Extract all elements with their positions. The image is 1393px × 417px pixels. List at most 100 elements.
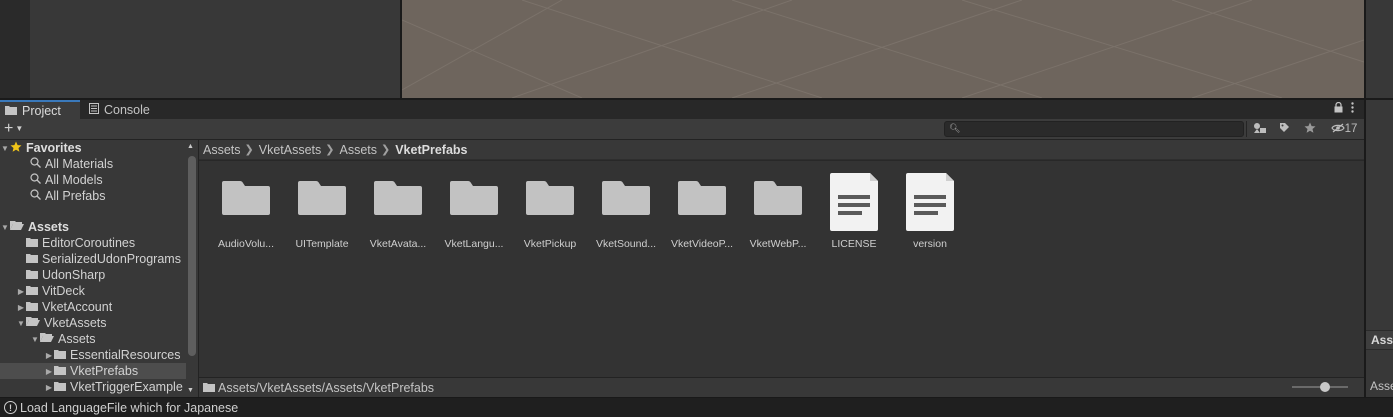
breadcrumb-item[interactable]: Assets [339, 143, 377, 157]
asset-folder[interactable]: VketWebP... [740, 173, 816, 253]
tree-item-folder[interactable]: ▶ VketPrefabs [0, 363, 186, 379]
chevron-right-icon: ❯ [381, 144, 391, 156]
create-dropdown-button[interactable]: + ▼ [4, 120, 23, 137]
asset-label: LICENSE [831, 238, 877, 250]
tree-item-label: UdonSharp [42, 268, 106, 282]
tree-item-favorite[interactable]: All Models [0, 172, 186, 188]
selected-path: Assets/VketAssets/Assets/VketPrefabs [218, 380, 435, 395]
search-icon: 🔍︎ [949, 123, 961, 133]
breadcrumb-item[interactable]: VketAssets [259, 143, 322, 157]
asset-folder[interactable]: VketAvata... [360, 173, 436, 253]
tree-item-folder[interactable]: ▼ VketAssets [0, 315, 186, 331]
selected-path-bar: Assets/VketAssets/Assets/VketPrefabs [199, 377, 1364, 397]
collapse-arrow-icon[interactable]: ▶ [44, 383, 54, 392]
scene-grid [402, 0, 1364, 98]
tree-item-label: VketAccount [42, 300, 113, 314]
asset-file[interactable]: LICENSE [816, 173, 892, 253]
tree-item-folder[interactable]: EditorCoroutines [0, 235, 186, 251]
status-bar[interactable]: ! Load LanguageFile which for Japanese [0, 397, 1393, 417]
chevron-right-icon: ❯ [325, 144, 335, 156]
asset-folder[interactable]: VketSound... [588, 173, 664, 253]
tree-item-label: VketAssets [44, 316, 107, 330]
search-input[interactable] [961, 122, 1241, 136]
search-field[interactable]: 🔍︎ [944, 121, 1244, 137]
tab-console-label: Console [104, 102, 150, 117]
tree-item-label: VketTriggerExample [70, 380, 183, 394]
folder-icon [54, 380, 66, 394]
tree-assets-root[interactable]: ▼ Assets [0, 219, 186, 235]
tab-actions [1334, 101, 1354, 116]
collapse-arrow-icon[interactable]: ▶ [16, 287, 26, 296]
expand-arrow-icon[interactable]: ▼ [0, 223, 10, 232]
tab-project-label: Project [22, 103, 61, 118]
more-options-icon[interactable] [1351, 102, 1354, 116]
folder-icon [203, 381, 215, 395]
lock-icon[interactable] [1334, 101, 1343, 116]
star-icon [1304, 122, 1316, 137]
tree-item-favorite[interactable]: All Materials [0, 156, 186, 172]
asset-label: version [913, 238, 947, 250]
filter-by-label-button[interactable] [1272, 120, 1296, 138]
tree-item-label: VketPrefabs [70, 364, 139, 378]
inspector-asset-label: Asse [1370, 379, 1393, 393]
hierarchy-panel [30, 0, 400, 98]
tree-item-folder[interactable]: ▶ VketAccount [0, 299, 186, 315]
collapse-arrow-icon[interactable]: ▶ [16, 303, 26, 312]
collapse-arrow-icon[interactable]: ▶ [44, 351, 54, 360]
expand-arrow-icon[interactable]: ▼ [30, 335, 40, 344]
toolbar-separator [1246, 121, 1247, 137]
breadcrumb-item[interactable]: Assets [203, 143, 241, 157]
tree-item-label: VitDeck [42, 284, 85, 298]
asset-folder[interactable]: AudioVolu... [208, 173, 284, 253]
asset-label: VketLangu... [444, 238, 504, 250]
asset-folder[interactable]: UITemplate [284, 173, 360, 253]
expand-arrow-icon[interactable]: ▼ [16, 319, 26, 328]
hidden-count: 17 [1344, 123, 1358, 135]
breadcrumb: Assets ❯ VketAssets ❯ Assets ❯ VketPrefa… [199, 140, 1364, 160]
asset-grid[interactable]: AudioVolu... UITemplate VketAvata... VketLa… [199, 161, 1364, 377]
asset-label: VketWebP... [749, 238, 807, 250]
icon-size-slider-thumb[interactable] [1320, 382, 1330, 392]
tree-item-label: EssentialResources [70, 348, 181, 362]
asset-folder[interactable]: VketLangu... [436, 173, 512, 253]
save-search-button[interactable] [1298, 120, 1322, 138]
tree-item-folder[interactable]: ▶ EssentialResources [0, 347, 186, 363]
status-message: Load LanguageFile which for Japanese [20, 400, 239, 415]
collapse-arrow-icon[interactable]: ▶ [44, 367, 54, 376]
tab-project[interactable]: Project [0, 100, 80, 119]
asset-label: VketSound... [595, 238, 657, 250]
plus-icon: + [4, 120, 14, 137]
asset-label: AudioVolu... [217, 238, 275, 250]
unity-editor: Project Console + ▼ 🔍︎ 17 ▼ Favorites Al… [0, 0, 1393, 417]
filter-type-icon [1253, 122, 1267, 137]
tree-item-folder[interactable]: ▼ Assets [0, 331, 186, 347]
tree-item-folder[interactable]: ▶ VitDeck [0, 283, 186, 299]
asset-folder[interactable]: VketPickup [512, 173, 588, 253]
asset-folder[interactable]: VketVideoP... [664, 173, 740, 253]
asset-file[interactable]: version [892, 173, 968, 253]
tab-console[interactable]: Console [84, 100, 164, 119]
scroll-up-arrow-icon[interactable]: ▲ [187, 143, 194, 150]
left-dock-strip [0, 0, 30, 98]
expand-arrow-icon[interactable]: ▼ [0, 144, 10, 153]
folder-icon [54, 348, 66, 362]
search-icon [30, 157, 41, 171]
tree-item-favorite[interactable]: All Prefabs [0, 188, 186, 204]
tree-item-folder[interactable]: ▶ VketTriggerExample [0, 379, 186, 395]
tree-item-folder[interactable]: UdonSharp [0, 267, 186, 283]
project-folder-tree[interactable]: ▼ Favorites All Materials All Models All… [0, 140, 198, 397]
icon-size-slider[interactable] [1292, 382, 1348, 392]
tree-item-label: SerializedUdonPrograms [42, 252, 181, 266]
filter-by-type-button[interactable] [1248, 120, 1272, 138]
scroll-down-arrow-icon[interactable]: ▼ [187, 387, 194, 394]
inspector-panel: Asse Asse [1366, 100, 1393, 397]
inspector-header[interactable]: Asse [1366, 330, 1393, 350]
asset-label: VketVideoP... [670, 238, 734, 250]
tree-scrollbar-thumb[interactable] [188, 156, 196, 356]
toggle-hidden-packages-button[interactable]: 17 [1326, 120, 1362, 138]
breadcrumb-current[interactable]: VketPrefabs [395, 143, 467, 157]
tree-favorites[interactable]: ▼ Favorites [0, 140, 186, 156]
scene-view[interactable] [402, 0, 1364, 98]
tree-item-label: EditorCoroutines [42, 236, 136, 250]
tree-item-folder[interactable]: SerializedUdonPrograms [0, 251, 186, 267]
